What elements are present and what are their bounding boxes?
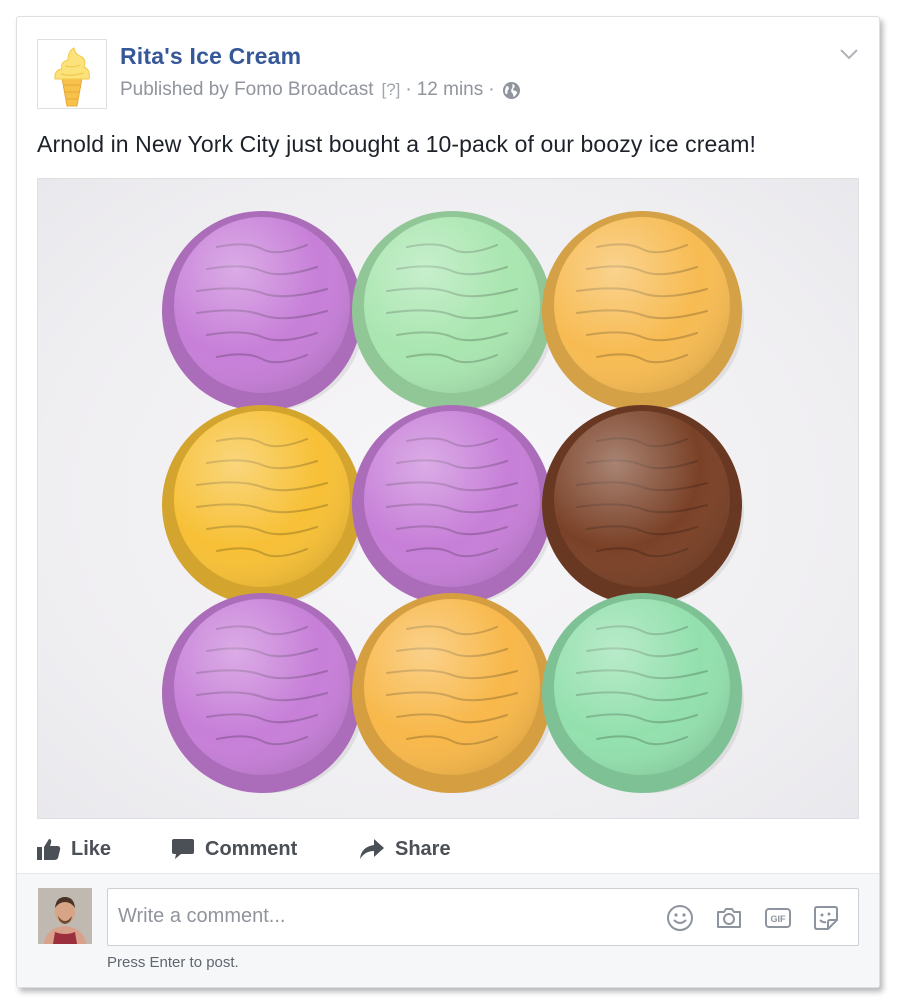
chevron-down-icon[interactable] [839, 47, 859, 61]
meta-separator: · [488, 79, 495, 100]
post-photo[interactable] [37, 178, 859, 819]
comment-label: Comment [205, 837, 298, 860]
like-label: Like [71, 837, 112, 860]
press-enter-hint: Press Enter to post. [107, 954, 239, 971]
ice-cream-scoop [542, 211, 744, 411]
share-button[interactable]: Share [359, 829, 451, 869]
thumbs-up-icon [37, 839, 61, 860]
comment-composer: Write a comment... GIF Press Enter to po… [17, 874, 879, 987]
svg-text:GIF: GIF [771, 914, 787, 924]
comment-input[interactable]: Write a comment... GIF [107, 888, 859, 946]
page-name-link[interactable]: Rita's Ice Cream [120, 43, 301, 70]
ice-cream-scoop [352, 211, 554, 411]
speech-bubble-icon [172, 839, 194, 859]
camera-icon[interactable] [714, 903, 744, 933]
post-meta: Published by Fomo Broadcast [?] · 12 min… [120, 79, 521, 101]
ice-cream-scoop [542, 405, 744, 605]
share-arrow-icon [360, 839, 384, 859]
user-photo [38, 888, 92, 944]
ice-cream-scoop [162, 211, 364, 411]
gif-icon[interactable]: GIF [763, 903, 793, 933]
ice-cream-scoop [352, 593, 554, 793]
ice-cream-scoop [162, 593, 364, 793]
post-text: Arnold in New York City just bought a 10… [37, 131, 756, 157]
page-avatar[interactable] [37, 39, 107, 109]
sticker-icon[interactable] [811, 903, 841, 933]
user-avatar[interactable] [38, 888, 92, 944]
ice-cream-scoop [352, 405, 554, 605]
share-label: Share [395, 837, 451, 860]
ice-cream-scoops-image [162, 211, 744, 793]
globe-icon[interactable] [502, 81, 521, 100]
ice-cream-scoop [162, 405, 364, 605]
ice-cream-cone-icon [54, 47, 90, 107]
action-bar: Like Comment Share [37, 829, 859, 869]
post-header: Rita's Ice Cream Published by Fomo Broad… [37, 39, 859, 109]
help-marker[interactable]: [?] [381, 80, 400, 100]
comment-placeholder: Write a comment... [118, 905, 286, 927]
comment-button[interactable]: Comment [171, 829, 297, 869]
like-button[interactable]: Like [37, 829, 111, 869]
post-timestamp[interactable]: 12 mins [417, 79, 484, 101]
emoji-icon[interactable] [665, 903, 695, 933]
meta-separator: · [405, 79, 412, 100]
ice-cream-scoop [542, 593, 744, 793]
post-card: Rita's Ice Cream Published by Fomo Broad… [16, 16, 880, 988]
published-by: Published by Fomo Broadcast [120, 79, 374, 100]
